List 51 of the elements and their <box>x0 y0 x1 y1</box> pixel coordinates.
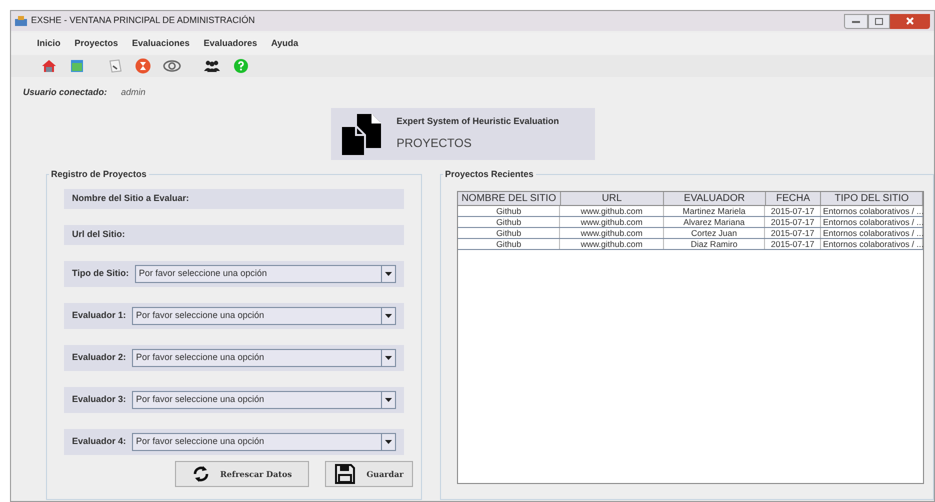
table-cell: 2015-07-17 <box>765 228 821 238</box>
table-cell: Entornos colaborativos / ... <box>820 228 923 238</box>
column-header[interactable]: NOMBRE DEL SITIO <box>458 192 561 204</box>
table-cell: Entornos colaborativos / ... <box>820 206 923 216</box>
dropdown[interactable]: Por favor seleccione una opción <box>134 264 396 282</box>
field-label: Evaluador 2: <box>72 350 126 364</box>
menu-item[interactable]: Proyectos <box>74 37 118 51</box>
table-cell: www.github.com <box>560 206 664 216</box>
table-cell: Martinez Mariela <box>664 206 766 216</box>
table-cell: 2015-07-17 <box>765 238 821 248</box>
panel-legend: Registro de Proyectos <box>49 168 149 181</box>
dropdown[interactable]: Por favor seleccione una opción <box>132 306 396 324</box>
panel-legend: Proyectos Recientes <box>443 168 536 181</box>
dropdown[interactable]: Por favor seleccione una opción <box>132 348 396 366</box>
table-cell: www.github.com <box>560 216 664 226</box>
user-name: admin <box>121 86 146 99</box>
table-cell: Entornos colaborativos / ... <box>820 216 923 226</box>
column-header[interactable]: EVALUADOR <box>664 192 766 204</box>
menu-item[interactable]: Inicio <box>37 37 61 51</box>
field-label: Url del Sitio: <box>72 228 126 241</box>
table-cell: Github <box>458 216 560 226</box>
refresh-button[interactable]: Refrescar Datos <box>175 460 309 486</box>
save-button[interactable]: Guardar <box>325 460 413 486</box>
table-cell: www.github.com <box>560 228 664 238</box>
table-cell: Cortez Juan <box>664 228 766 238</box>
field-label: Tipo de Sitio: <box>72 266 129 280</box>
field-label: Evaluador 4: <box>72 434 126 448</box>
user-label: Usuario conectado: <box>23 86 108 99</box>
menu-item[interactable]: Evaluadores <box>204 37 258 51</box>
table-cell: Alvarez Mariana <box>664 216 766 226</box>
table-cell: Github <box>458 206 560 216</box>
header-subtitle: Expert System of Heuristic Evaluation <box>396 115 560 128</box>
menu-item[interactable]: Ayuda <box>271 37 298 51</box>
window-title: EXSHE - VENTANA PRINCIPAL DE ADMINISTRACIÓN <box>31 14 256 28</box>
table-cell: www.github.com <box>560 238 664 248</box>
table-cell: Github <box>458 228 560 238</box>
table-cell: 2015-07-17 <box>765 206 821 216</box>
header-title: PROYECTOS <box>396 134 473 152</box>
dropdown[interactable]: Por favor seleccione una opción <box>132 390 396 408</box>
menu-item[interactable]: Evaluaciones <box>132 37 190 51</box>
column-header[interactable]: FECHA <box>766 192 822 204</box>
table-cell: Github <box>458 238 560 248</box>
field-label: Evaluador 3: <box>72 392 126 406</box>
dropdown[interactable]: Por favor seleccione una opción <box>132 432 396 450</box>
table-cell: Diaz Ramiro <box>664 238 766 248</box>
table-cell: 2015-07-17 <box>765 216 821 226</box>
field-label: Evaluador 1: <box>72 308 126 322</box>
table-cell: Entornos colaborativos / ... <box>820 238 923 248</box>
field-label: Nombre del Sitio a Evaluar: <box>72 192 190 205</box>
column-header[interactable]: TIPO DEL SITIO <box>821 192 923 204</box>
column-header[interactable]: URL <box>560 192 664 204</box>
